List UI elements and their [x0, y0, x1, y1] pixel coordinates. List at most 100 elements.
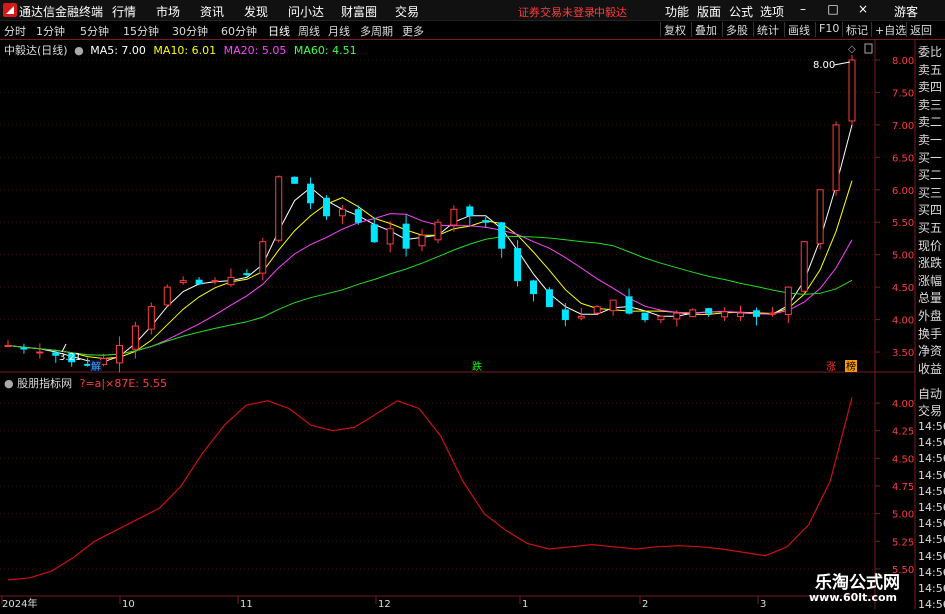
menu-faxian[interactable]: 发现	[244, 3, 268, 20]
settings-dot-icon[interactable]: ●	[74, 44, 84, 57]
menu-wenxiaoda[interactable]: 问小达	[288, 3, 324, 20]
candle-body	[307, 183, 315, 204]
price-tick-label: 6.00	[892, 186, 914, 197]
period-multi[interactable]: 多周期	[360, 23, 393, 39]
watermark-title: 乐淘公式网	[815, 573, 900, 593]
expand-icon	[864, 43, 873, 54]
period-toolbar: 分时 1分钟 5分钟 15分钟 30分钟 60分钟 日线 周线 月线 多周期 更…	[0, 21, 945, 40]
menu-shichang[interactable]: 市场	[156, 3, 180, 20]
menu-hangqing[interactable]: 行情	[112, 3, 136, 20]
candle-body	[243, 273, 251, 276]
sidebar-item-18[interactable]: 收益	[918, 360, 945, 380]
title-bar: 通达信金融终端 行情 市场 资讯 发现 问小达 财富圈 交易 证券交易未登录 中…	[0, 0, 945, 21]
btn-diejia[interactable]: 叠加	[691, 22, 720, 37]
candles	[4, 54, 856, 373]
time-item: 14:56	[918, 484, 945, 498]
candle-body	[816, 189, 824, 245]
kline-chart[interactable]: 8.00 7.50 7.00 6.50 6.00 5.50 5.00 4.50 4.00 3.50…	[0, 0, 945, 609]
period-monthly[interactable]: 月线	[328, 23, 350, 39]
low-pointer	[61, 343, 67, 353]
chart-legend: 中毅达(日线) ● MA5: 7.00 MA10: 6.01 MA20: 5.0…	[4, 42, 357, 58]
candle-body	[689, 309, 697, 318]
candle-body	[832, 124, 840, 191]
period-5min[interactable]: 5分钟	[80, 23, 109, 39]
sub-tick-label: 5.00	[892, 510, 914, 521]
candle-body	[514, 248, 522, 282]
indicator-series	[7, 397, 853, 581]
menu-jiaoyi[interactable]: 交易	[395, 3, 419, 20]
login-status[interactable]: 证券交易未登录	[518, 4, 595, 20]
price-tick-label: 5.00	[892, 251, 914, 262]
candle-body	[593, 306, 601, 314]
period-15min[interactable]: 15分钟	[123, 23, 159, 39]
menu-xuanxiang[interactable]: 选项	[760, 3, 784, 20]
candle-body	[609, 299, 617, 312]
menu-zixun[interactable]: 资讯	[200, 3, 224, 20]
line-ma60	[7, 235, 853, 356]
candle-body	[20, 347, 28, 350]
time-item: 14:56	[918, 452, 945, 466]
time-item: 14:56	[918, 468, 945, 482]
price-tick-label: 6.50	[892, 153, 914, 164]
candle-body	[68, 353, 76, 363]
menu-banmian[interactable]: 版面	[697, 3, 721, 20]
sidebar-lower-1[interactable]: 交易	[918, 402, 945, 422]
time-item: 14:56	[918, 582, 945, 595]
period-fenshi[interactable]: 分时	[4, 23, 26, 39]
btn-f10[interactable]: F10	[815, 22, 842, 37]
price-tick-label: 4.00	[892, 316, 914, 327]
maximize-icon[interactable]: □	[826, 2, 840, 16]
app-logo-icon	[3, 3, 17, 17]
marker-bang-bg	[845, 360, 857, 372]
candle-body	[737, 312, 745, 318]
candle-body	[131, 325, 139, 350]
indicator-line	[7, 397, 853, 581]
high-annotation: 8.00	[813, 60, 835, 71]
close-icon[interactable]: ×	[856, 2, 870, 16]
menu-caifuquan[interactable]: 财富圈	[341, 3, 377, 20]
marker-jie: 解	[91, 360, 101, 373]
menu-gongneng[interactable]: 功能	[665, 3, 689, 20]
indicator-settings-icon[interactable]: ●	[4, 377, 14, 390]
candle-body	[211, 280, 219, 283]
candle-body	[418, 234, 426, 247]
marker-bang: 榜	[846, 360, 856, 373]
minimize-icon[interactable]: –	[796, 2, 810, 16]
btn-huaxian[interactable]: 画线	[784, 22, 813, 37]
candle-body	[577, 315, 585, 319]
btn-fuquan[interactable]: 复权	[660, 22, 689, 37]
period-1min[interactable]: 1分钟	[36, 23, 65, 39]
period-weekly[interactable]: 周线	[298, 23, 320, 39]
date-label: 3	[760, 599, 766, 609]
price-tick-label: 3.50	[892, 348, 914, 359]
ma5-value: MA5: 7.00	[90, 44, 146, 57]
sub-tick-label: 4.00	[892, 399, 914, 410]
candle-body	[291, 176, 299, 184]
time-item: 14:56	[918, 598, 945, 612]
btn-biaoji[interactable]: 标记	[842, 22, 871, 37]
indicator-legend: ● 股朋指标网 ?=a|×87E: 5.55	[4, 375, 167, 391]
candle-body	[561, 309, 569, 321]
price-grid	[0, 59, 875, 353]
marker-zhang: 涨	[826, 361, 836, 373]
price-tick-label: 7.50	[892, 88, 914, 99]
period-more[interactable]: 更多	[402, 23, 424, 39]
date-axis: 2024年 10 11 12 1 2 3	[1, 596, 766, 609]
btn-tongji[interactable]: 统计	[753, 22, 782, 37]
guest-label[interactable]: 游客	[894, 3, 918, 20]
candle-body	[625, 296, 633, 314]
time-item: 14:56	[918, 533, 945, 547]
btn-duogu[interactable]: 多股	[722, 22, 751, 37]
menu-gongshi[interactable]: 公式	[729, 3, 753, 20]
period-60min[interactable]: 60分钟	[221, 23, 257, 39]
btn-fanhui[interactable]: 返回	[906, 22, 935, 37]
candle-body	[370, 224, 378, 243]
low-annotation: 3.21	[59, 352, 81, 363]
line-ma10	[7, 180, 853, 360]
period-daily[interactable]: 日线	[268, 23, 290, 39]
period-30min[interactable]: 30分钟	[172, 23, 208, 39]
indicator-name: 股朋指标网	[17, 377, 73, 390]
btn-zixuan[interactable]: +自选	[871, 22, 909, 37]
candle-body	[322, 197, 330, 217]
candle-body	[545, 289, 553, 308]
